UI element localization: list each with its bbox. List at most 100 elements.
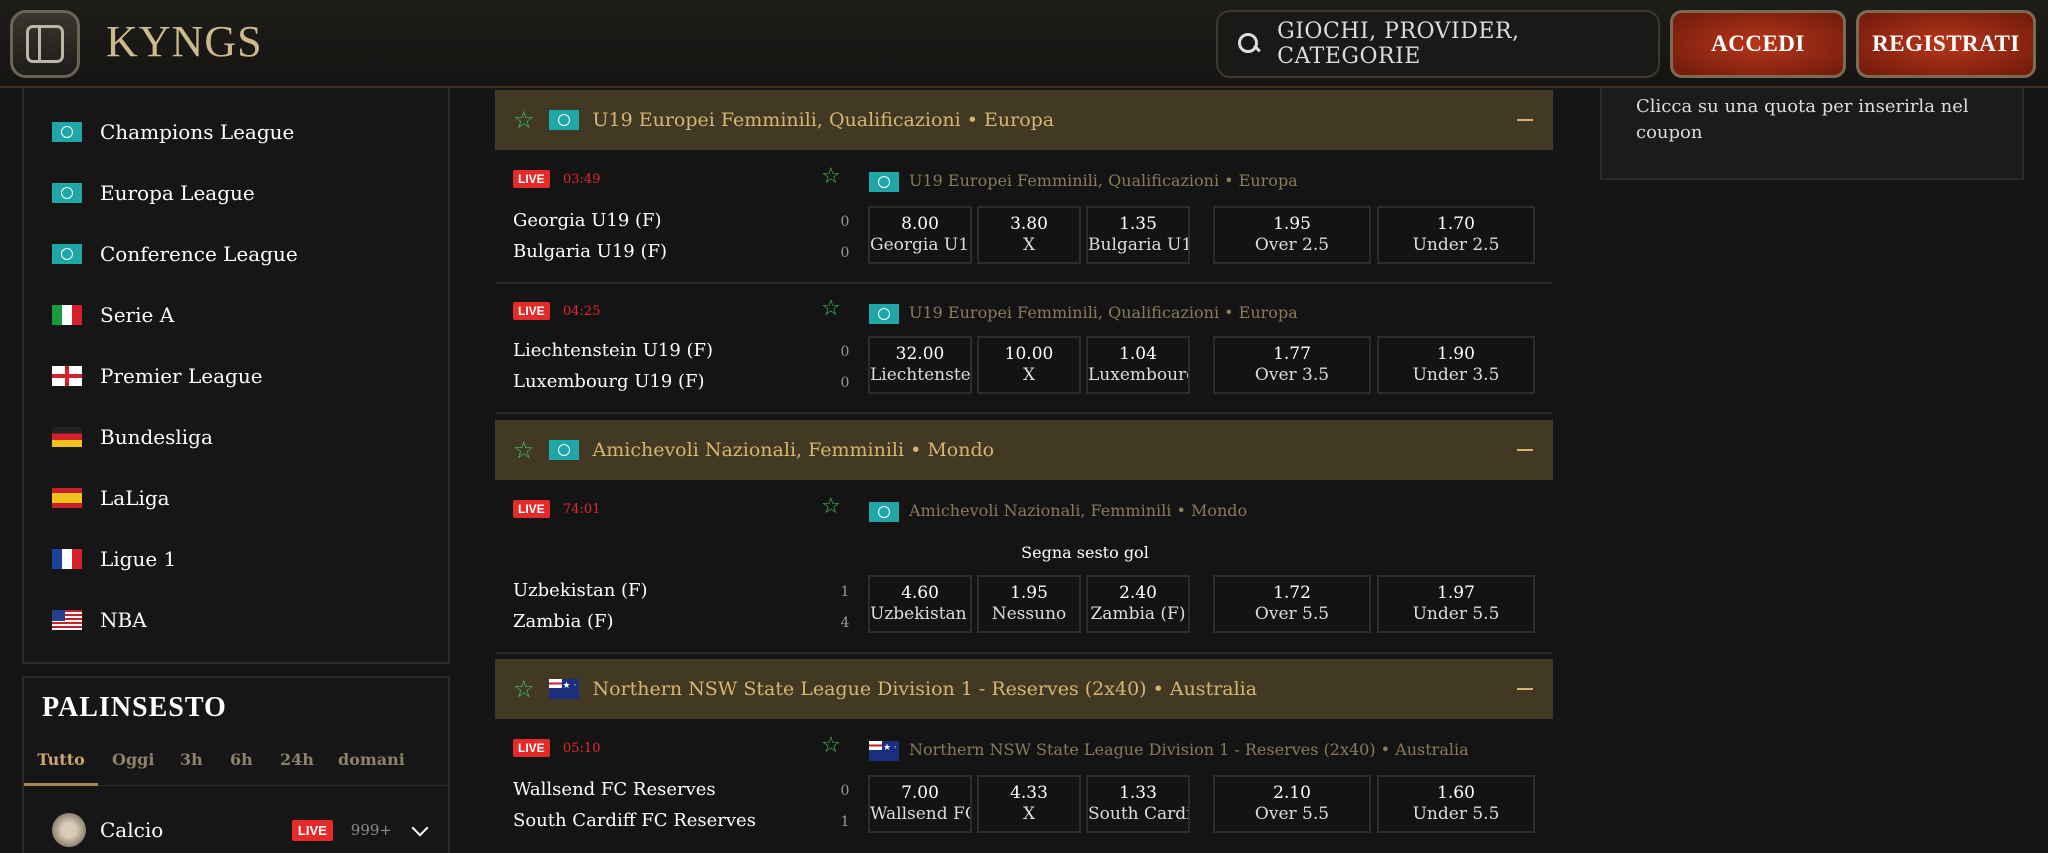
league-name: Amichevoli Nazionali, Femminili • Mondo	[592, 439, 995, 461]
odd-button-x[interactable]: 1.95 Nessuno	[977, 575, 1081, 633]
chevron-down-icon[interactable]	[411, 819, 429, 837]
menu-toggle-button[interactable]	[10, 10, 80, 78]
odd-button-x[interactable]: 3.80 X	[977, 206, 1081, 264]
away-team[interactable]: Zambia (F)	[513, 611, 614, 632]
palinsesto-panel: PALINSESTO Tutto Oggi 3h 6h 24h domani C…	[22, 676, 450, 853]
sidebar-item-label: Premier League	[100, 364, 263, 388]
favorite-star-icon[interactable]: ☆	[513, 677, 535, 701]
match-row: LIVE 74:01 ☆ Amichevoli Nazionali, Femmi…	[495, 482, 1553, 654]
collapse-icon[interactable]	[1517, 119, 1533, 121]
odd-value: 4.60	[901, 583, 939, 603]
odd-label: Zambia (F)	[1090, 604, 1186, 624]
league-name: U19 Europei Femminili, Qualificazioni • …	[592, 109, 1055, 131]
odd-label: South Cardiff FC Reserves	[1088, 804, 1190, 824]
sidebar-item-label: Champions League	[100, 120, 295, 144]
league-header[interactable]: ☆ Amichevoli Nazionali, Femminili • Mond…	[495, 420, 1553, 480]
home-team[interactable]: Liechtenstein U19 (F)	[513, 340, 713, 361]
odd-label: Uzbekistan (F)	[870, 604, 970, 624]
odd-button-under[interactable]: 1.70 Under 2.5	[1377, 206, 1535, 264]
home-score: 0	[840, 214, 850, 230]
away-score: 0	[840, 245, 850, 261]
odd-value: 7.00	[901, 783, 939, 803]
odd-label: Luxembourg U19 (F)	[1088, 365, 1190, 385]
collapse-icon[interactable]	[1517, 449, 1533, 451]
league-header[interactable]: ☆ U19 Europei Femminili, Qualificazioni …	[495, 90, 1553, 150]
odd-button-over[interactable]: 2.10 Over 5.5	[1213, 775, 1371, 833]
odd-value: 4.33	[1010, 783, 1048, 803]
sidebar-item-serie-a[interactable]: Serie A	[52, 295, 174, 335]
sidebar-item-nba[interactable]: NBA	[52, 600, 147, 640]
brand-logo[interactable]: KYNGS	[106, 16, 263, 67]
tab-tutto[interactable]: Tutto	[24, 750, 98, 786]
odd-button-over[interactable]: 1.77 Over 3.5	[1213, 336, 1371, 394]
odd-button-1[interactable]: 8.00Georgia U19 (F)	[868, 206, 972, 264]
odd-button-over[interactable]: 1.95 Over 2.5	[1213, 206, 1371, 264]
tab-oggi[interactable]: Oggi	[112, 750, 154, 786]
home-team[interactable]: Uzbekistan (F)	[513, 580, 648, 601]
home-score: 1	[840, 584, 850, 600]
odd-button-1[interactable]: 4.60Uzbekistan (F)	[868, 575, 972, 633]
time-filter-tabs: Tutto Oggi 3h 6h 24h domani	[24, 750, 448, 786]
globe-flag-icon	[52, 244, 82, 264]
sidebar-item-label: NBA	[100, 608, 147, 632]
favorite-star-icon[interactable]: ☆	[821, 166, 841, 188]
sidebar-item-europa-league[interactable]: Europa League	[52, 173, 255, 213]
odd-button-over[interactable]: 1.72 Over 5.5	[1213, 575, 1371, 633]
odd-button-x[interactable]: 10.00 X	[977, 336, 1081, 394]
favorite-star-icon[interactable]: ☆	[821, 735, 841, 757]
top-leagues-panel: Champions League Europa League Conferenc…	[22, 88, 450, 664]
usa-flag-icon	[52, 610, 82, 630]
competition-label: U19 Europei Femminili, Qualificazioni • …	[909, 171, 1298, 190]
spain-flag-icon	[52, 488, 82, 508]
away-team[interactable]: South Cardiff FC Reserves	[513, 810, 756, 831]
globe-flag-icon	[869, 502, 899, 522]
search-input[interactable]: GIOCHI, PROVIDER, CATEGORIE	[1216, 10, 1660, 78]
away-score: 4	[840, 615, 850, 631]
odd-button-2[interactable]: 1.33South Cardiff FC Reserves	[1086, 775, 1190, 833]
away-team[interactable]: Luxembourg U19 (F)	[513, 371, 705, 392]
favorite-star-icon[interactable]: ☆	[821, 496, 841, 518]
home-team[interactable]: Wallsend FC Reserves	[513, 779, 716, 800]
odd-button-1[interactable]: 32.00Liechtenstein U19 (F)	[868, 336, 972, 394]
odd-button-under[interactable]: 1.97 Under 5.5	[1377, 575, 1535, 633]
match-time: 74:01	[563, 502, 601, 517]
odd-button-2[interactable]: 1.35Bulgaria U19 (F)	[1086, 206, 1190, 264]
collapse-icon[interactable]	[1517, 688, 1533, 690]
match-time: 03:49	[563, 172, 601, 187]
favorite-star-icon[interactable]: ☆	[513, 438, 535, 462]
odd-label: Georgia U19 (F)	[870, 235, 970, 255]
sidebar-item-premier-league[interactable]: Premier League	[52, 356, 263, 396]
away-team[interactable]: Bulgaria U19 (F)	[513, 241, 667, 262]
tab-domani[interactable]: domani	[338, 750, 405, 786]
sidebar-item-label: Serie A	[100, 303, 175, 327]
sidebar-item-champions-league[interactable]: Champions League	[52, 112, 294, 152]
sidebar-item-laliga[interactable]: LaLiga	[52, 478, 170, 518]
tab-6h[interactable]: 6h	[230, 750, 253, 786]
odd-button-1[interactable]: 7.00Wallsend FC Reserves	[868, 775, 972, 833]
sidebar-item-bundesliga[interactable]: Bundesliga	[52, 417, 213, 457]
sidebar-item-conference-league[interactable]: Conference League	[52, 234, 298, 274]
globe-flag-icon	[548, 110, 579, 130]
sidebar-item-ligue-1[interactable]: Ligue 1	[52, 539, 176, 579]
register-button[interactable]: REGISTRATI	[1856, 10, 2036, 78]
odd-button-under[interactable]: 1.60 Under 5.5	[1377, 775, 1535, 833]
tab-24h[interactable]: 24h	[280, 750, 314, 786]
home-team[interactable]: Georgia U19 (F)	[513, 210, 662, 231]
login-button[interactable]: ACCEDI	[1670, 10, 1846, 78]
odd-value: 3.80	[1010, 214, 1048, 234]
odd-value: 1.90	[1437, 344, 1475, 364]
live-badge: LIVE	[513, 739, 550, 757]
odd-button-under[interactable]: 1.90 Under 3.5	[1377, 336, 1535, 394]
market-label: Segna sesto gol	[1021, 543, 1149, 562]
odd-button-2[interactable]: 1.04Luxembourg U19 (F)	[1086, 336, 1190, 394]
tab-3h[interactable]: 3h	[180, 750, 203, 786]
favorite-star-icon[interactable]: ☆	[513, 108, 535, 132]
odd-label: Bulgaria U19 (F)	[1088, 235, 1188, 255]
odd-button-x[interactable]: 4.33 X	[977, 775, 1081, 833]
top-header: KYNGS GIOCHI, PROVIDER, CATEGORIE ACCEDI…	[0, 0, 2048, 88]
sport-item-calcio[interactable]: Calcio LIVE 999+	[52, 810, 432, 850]
odd-button-2[interactable]: 2.40 Zambia (F)	[1086, 575, 1190, 633]
favorite-star-icon[interactable]: ☆	[821, 298, 841, 320]
league-header[interactable]: ☆ Northern NSW State League Division 1 -…	[495, 659, 1553, 719]
globe-flag-icon	[869, 172, 899, 192]
